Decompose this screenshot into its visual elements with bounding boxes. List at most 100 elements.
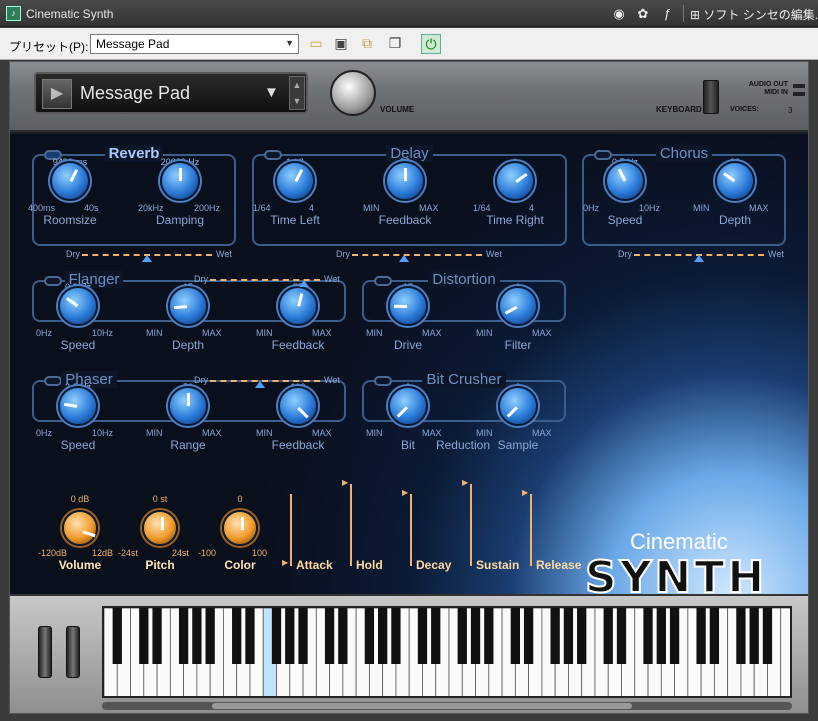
black-key[interactable] <box>577 608 587 664</box>
envelope-hold-handle[interactable]: ▶ <box>342 478 348 487</box>
black-key[interactable] <box>484 608 494 664</box>
save-icon[interactable]: ▣ <box>331 34 351 54</box>
envelope-decay-handle[interactable]: ▶ <box>402 488 408 497</box>
phaser-range-knob[interactable] <box>168 386 208 426</box>
black-key[interactable] <box>749 608 759 664</box>
reverb-damping-knob[interactable] <box>160 161 200 201</box>
main-volume-knob[interactable] <box>62 510 98 546</box>
palette-icon[interactable]: ✿ <box>632 4 654 23</box>
piano-keyboard[interactable] <box>102 606 792 698</box>
bitcrusher-reduction-label: Reduction <box>435 438 491 452</box>
drum-icon[interactable]: ◉ <box>608 4 630 23</box>
envelope-attack-label: Attack <box>296 558 333 572</box>
main-color-knob[interactable] <box>222 510 258 546</box>
preset-dropdown[interactable]: Message Pad ▼ <box>90 34 299 54</box>
black-key[interactable] <box>696 608 706 664</box>
black-key[interactable] <box>338 608 348 664</box>
black-key[interactable] <box>550 608 560 664</box>
bitcrusher-sample-knob[interactable] <box>498 386 538 426</box>
black-key[interactable] <box>205 608 215 664</box>
black-key[interactable] <box>245 608 255 664</box>
phaser-feedback-knob[interactable] <box>278 386 318 426</box>
black-key[interactable] <box>669 608 680 664</box>
fx-icon[interactable]: ƒ <box>656 4 678 23</box>
black-key[interactable] <box>643 608 653 664</box>
power-icon[interactable]: ⏻ <box>421 34 441 54</box>
mod-wheel[interactable] <box>66 626 80 678</box>
black-key[interactable] <box>417 608 428 664</box>
keyboard-label: KEYBOARD <box>656 105 702 114</box>
black-key[interactable] <box>324 608 335 664</box>
flanger-feedback-knob[interactable] <box>278 286 318 326</box>
chorus-speed-knob[interactable] <box>605 161 645 201</box>
reverb-roomsize-knob[interactable] <box>50 161 90 201</box>
phaser-mix-handle[interactable] <box>254 381 265 388</box>
black-key[interactable] <box>364 608 375 664</box>
chevron-down-icon[interactable]: ▼ <box>264 84 279 101</box>
black-key[interactable] <box>510 608 520 664</box>
open-folder-icon[interactable]: ▭ <box>306 34 326 54</box>
black-key[interactable] <box>656 608 666 664</box>
delay-time-right-knob[interactable] <box>495 161 535 201</box>
play-icon[interactable]: ▶ <box>42 79 72 109</box>
black-key[interactable] <box>431 608 441 664</box>
black-key[interactable] <box>232 608 242 664</box>
black-key[interactable] <box>378 608 388 664</box>
black-key[interactable] <box>736 608 746 664</box>
flanger-mix-handle[interactable] <box>298 280 309 287</box>
black-key[interactable] <box>152 608 162 664</box>
black-key[interactable] <box>391 608 401 664</box>
black-key[interactable] <box>457 608 467 664</box>
envelope-attack-handle[interactable]: ▶ <box>282 558 288 567</box>
distortion-drive-knob[interactable] <box>388 286 428 326</box>
flanger-depth-knob[interactable] <box>168 286 208 326</box>
flanger-speed-knob[interactable] <box>58 286 98 326</box>
envelope-hold-slider[interactable] <box>350 484 352 566</box>
delay-mix-handle[interactable] <box>399 255 409 262</box>
phaser-mix-slider[interactable] <box>210 380 320 382</box>
black-key[interactable] <box>298 608 308 664</box>
master-volume-knob[interactable] <box>330 70 376 116</box>
black-key[interactable] <box>271 608 282 664</box>
black-key[interactable] <box>603 608 613 664</box>
preset-browser[interactable]: ▶ Message Pad ▼ ▲ ▼ <box>34 72 308 114</box>
keyboard-scroll-thumb[interactable] <box>212 703 632 709</box>
black-key[interactable] <box>563 608 574 664</box>
delay-mix-slider[interactable] <box>352 254 482 256</box>
black-key[interactable] <box>139 608 149 664</box>
envelope-release-handle[interactable]: ▶ <box>522 488 528 497</box>
reverb-mix-handle[interactable] <box>142 255 152 262</box>
black-key[interactable] <box>762 608 773 664</box>
envelope-release-slider[interactable] <box>530 494 532 566</box>
phaser-speed-knob[interactable] <box>58 386 98 426</box>
copy-icon[interactable]: ❐ <box>385 34 405 54</box>
preset-spinner[interactable]: ▲ ▼ <box>289 76 305 110</box>
black-key[interactable] <box>192 608 202 664</box>
envelope-attack-slider[interactable] <box>290 494 292 566</box>
delay-feedback-knob[interactable] <box>385 161 425 201</box>
main-pitch-knob[interactable] <box>142 510 178 546</box>
bitcrusher-sample-max: MAX <box>532 428 552 438</box>
black-key[interactable] <box>285 608 295 664</box>
chorus-depth-knob[interactable] <box>715 161 755 201</box>
black-key[interactable] <box>616 608 627 664</box>
black-key[interactable] <box>709 608 720 664</box>
save-as-icon[interactable]: ⧉ <box>357 34 377 54</box>
delay-time-right-label: Time Right <box>486 213 544 227</box>
black-key[interactable] <box>178 608 189 664</box>
white-key[interactable] <box>780 608 792 698</box>
delay-time-left-knob[interactable] <box>275 161 315 201</box>
distortion-filter-knob[interactable] <box>498 286 538 326</box>
black-key[interactable] <box>523 608 534 664</box>
piano-keys[interactable] <box>104 608 792 698</box>
envelope-sustain-handle[interactable]: ▶ <box>462 478 468 487</box>
envelope-decay-slider[interactable] <box>410 494 412 566</box>
bitcrusher-bit-knob[interactable] <box>388 386 428 426</box>
chorus-mix-handle[interactable] <box>694 255 704 262</box>
envelope-sustain-slider[interactable] <box>470 484 472 566</box>
black-key[interactable] <box>112 608 122 664</box>
edit-soft-synth-link[interactable]: ⊞ ソフト シンセの編集... <box>690 6 818 23</box>
black-key[interactable] <box>470 608 481 664</box>
pitch-wheel[interactable] <box>38 626 52 678</box>
keyboard-scrollbar[interactable] <box>102 702 792 710</box>
